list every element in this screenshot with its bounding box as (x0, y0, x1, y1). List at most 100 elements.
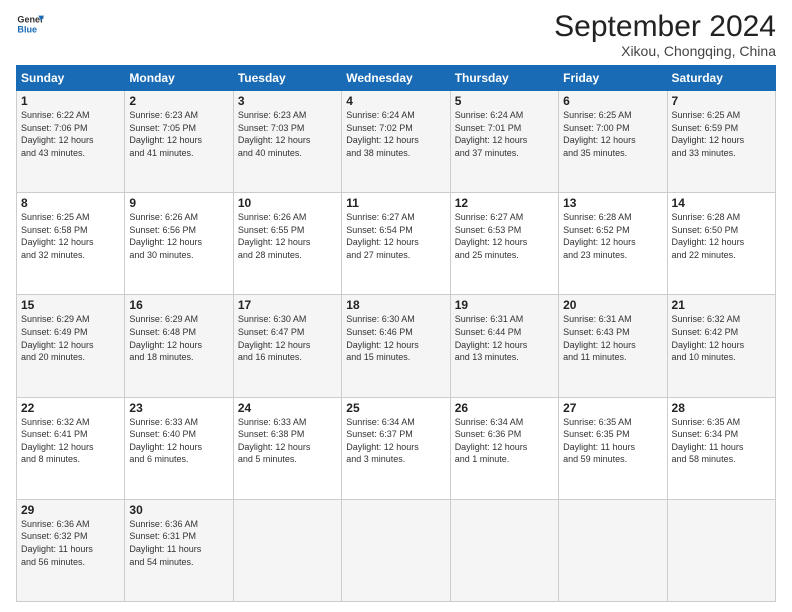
day-info: Sunrise: 6:26 AM Sunset: 6:56 PM Dayligh… (129, 211, 228, 261)
calendar-cell: 14Sunrise: 6:28 AM Sunset: 6:50 PM Dayli… (667, 193, 775, 295)
day-number: 27 (563, 401, 662, 415)
calendar-cell (559, 499, 667, 601)
calendar-cell: 26Sunrise: 6:34 AM Sunset: 6:36 PM Dayli… (450, 397, 558, 499)
location: Xikou, Chongqing, China (554, 43, 776, 59)
day-number: 24 (238, 401, 337, 415)
calendar-row-4: 22Sunrise: 6:32 AM Sunset: 6:41 PM Dayli… (17, 397, 776, 499)
calendar-cell (233, 499, 341, 601)
day-info: Sunrise: 6:25 AM Sunset: 7:00 PM Dayligh… (563, 109, 662, 159)
calendar-cell: 2Sunrise: 6:23 AM Sunset: 7:05 PM Daylig… (125, 91, 233, 193)
day-info: Sunrise: 6:28 AM Sunset: 6:52 PM Dayligh… (563, 211, 662, 261)
day-number: 11 (346, 196, 445, 210)
day-info: Sunrise: 6:25 AM Sunset: 6:59 PM Dayligh… (672, 109, 771, 159)
day-info: Sunrise: 6:35 AM Sunset: 6:35 PM Dayligh… (563, 416, 662, 466)
day-number: 8 (21, 196, 120, 210)
title-block: September 2024 Xikou, Chongqing, China (554, 10, 776, 59)
calendar-cell: 3Sunrise: 6:23 AM Sunset: 7:03 PM Daylig… (233, 91, 341, 193)
logo: General Blue (16, 10, 44, 38)
day-number: 13 (563, 196, 662, 210)
day-info: Sunrise: 6:27 AM Sunset: 6:54 PM Dayligh… (346, 211, 445, 261)
calendar-cell: 18Sunrise: 6:30 AM Sunset: 6:46 PM Dayli… (342, 295, 450, 397)
header-tuesday: Tuesday (233, 66, 341, 91)
calendar-row-1: 1Sunrise: 6:22 AM Sunset: 7:06 PM Daylig… (17, 91, 776, 193)
header-thursday: Thursday (450, 66, 558, 91)
day-number: 28 (672, 401, 771, 415)
calendar-cell: 25Sunrise: 6:34 AM Sunset: 6:37 PM Dayli… (342, 397, 450, 499)
day-info: Sunrise: 6:29 AM Sunset: 6:48 PM Dayligh… (129, 313, 228, 363)
calendar-cell: 30Sunrise: 6:36 AM Sunset: 6:31 PM Dayli… (125, 499, 233, 601)
day-number: 15 (21, 298, 120, 312)
page: General Blue September 2024 Xikou, Chong… (0, 0, 792, 612)
header: General Blue September 2024 Xikou, Chong… (16, 10, 776, 59)
calendar-cell: 8Sunrise: 6:25 AM Sunset: 6:58 PM Daylig… (17, 193, 125, 295)
day-number: 19 (455, 298, 554, 312)
day-info: Sunrise: 6:30 AM Sunset: 6:47 PM Dayligh… (238, 313, 337, 363)
day-number: 18 (346, 298, 445, 312)
header-monday: Monday (125, 66, 233, 91)
day-info: Sunrise: 6:23 AM Sunset: 7:05 PM Dayligh… (129, 109, 228, 159)
day-number: 14 (672, 196, 771, 210)
calendar-cell: 24Sunrise: 6:33 AM Sunset: 6:38 PM Dayli… (233, 397, 341, 499)
calendar-cell: 6Sunrise: 6:25 AM Sunset: 7:00 PM Daylig… (559, 91, 667, 193)
day-info: Sunrise: 6:25 AM Sunset: 6:58 PM Dayligh… (21, 211, 120, 261)
calendar-cell: 1Sunrise: 6:22 AM Sunset: 7:06 PM Daylig… (17, 91, 125, 193)
logo-icon: General Blue (16, 10, 44, 38)
day-info: Sunrise: 6:36 AM Sunset: 6:32 PM Dayligh… (21, 518, 120, 568)
calendar-cell: 27Sunrise: 6:35 AM Sunset: 6:35 PM Dayli… (559, 397, 667, 499)
calendar-cell: 4Sunrise: 6:24 AM Sunset: 7:02 PM Daylig… (342, 91, 450, 193)
day-info: Sunrise: 6:32 AM Sunset: 6:42 PM Dayligh… (672, 313, 771, 363)
day-number: 7 (672, 94, 771, 108)
calendar-cell: 21Sunrise: 6:32 AM Sunset: 6:42 PM Dayli… (667, 295, 775, 397)
day-info: Sunrise: 6:35 AM Sunset: 6:34 PM Dayligh… (672, 416, 771, 466)
header-wednesday: Wednesday (342, 66, 450, 91)
day-number: 12 (455, 196, 554, 210)
calendar: Sunday Monday Tuesday Wednesday Thursday… (16, 65, 776, 602)
calendar-cell: 29Sunrise: 6:36 AM Sunset: 6:32 PM Dayli… (17, 499, 125, 601)
day-number: 20 (563, 298, 662, 312)
calendar-cell (450, 499, 558, 601)
day-number: 10 (238, 196, 337, 210)
day-info: Sunrise: 6:30 AM Sunset: 6:46 PM Dayligh… (346, 313, 445, 363)
calendar-cell: 7Sunrise: 6:25 AM Sunset: 6:59 PM Daylig… (667, 91, 775, 193)
day-info: Sunrise: 6:23 AM Sunset: 7:03 PM Dayligh… (238, 109, 337, 159)
day-number: 4 (346, 94, 445, 108)
day-number: 29 (21, 503, 120, 517)
day-info: Sunrise: 6:31 AM Sunset: 6:44 PM Dayligh… (455, 313, 554, 363)
weekday-header-row: Sunday Monday Tuesday Wednesday Thursday… (17, 66, 776, 91)
day-number: 25 (346, 401, 445, 415)
day-info: Sunrise: 6:34 AM Sunset: 6:37 PM Dayligh… (346, 416, 445, 466)
day-number: 5 (455, 94, 554, 108)
day-info: Sunrise: 6:24 AM Sunset: 7:02 PM Dayligh… (346, 109, 445, 159)
day-info: Sunrise: 6:27 AM Sunset: 6:53 PM Dayligh… (455, 211, 554, 261)
month-title: September 2024 (554, 10, 776, 43)
calendar-cell: 17Sunrise: 6:30 AM Sunset: 6:47 PM Dayli… (233, 295, 341, 397)
calendar-cell: 28Sunrise: 6:35 AM Sunset: 6:34 PM Dayli… (667, 397, 775, 499)
calendar-cell: 12Sunrise: 6:27 AM Sunset: 6:53 PM Dayli… (450, 193, 558, 295)
svg-text:Blue: Blue (17, 24, 37, 34)
day-info: Sunrise: 6:33 AM Sunset: 6:40 PM Dayligh… (129, 416, 228, 466)
day-number: 22 (21, 401, 120, 415)
calendar-cell: 5Sunrise: 6:24 AM Sunset: 7:01 PM Daylig… (450, 91, 558, 193)
calendar-cell: 10Sunrise: 6:26 AM Sunset: 6:55 PM Dayli… (233, 193, 341, 295)
day-info: Sunrise: 6:33 AM Sunset: 6:38 PM Dayligh… (238, 416, 337, 466)
day-number: 30 (129, 503, 228, 517)
header-saturday: Saturday (667, 66, 775, 91)
calendar-cell (667, 499, 775, 601)
header-sunday: Sunday (17, 66, 125, 91)
day-number: 16 (129, 298, 228, 312)
calendar-cell: 15Sunrise: 6:29 AM Sunset: 6:49 PM Dayli… (17, 295, 125, 397)
day-number: 26 (455, 401, 554, 415)
calendar-cell: 20Sunrise: 6:31 AM Sunset: 6:43 PM Dayli… (559, 295, 667, 397)
day-info: Sunrise: 6:36 AM Sunset: 6:31 PM Dayligh… (129, 518, 228, 568)
day-info: Sunrise: 6:28 AM Sunset: 6:50 PM Dayligh… (672, 211, 771, 261)
day-number: 9 (129, 196, 228, 210)
day-info: Sunrise: 6:22 AM Sunset: 7:06 PM Dayligh… (21, 109, 120, 159)
calendar-cell: 16Sunrise: 6:29 AM Sunset: 6:48 PM Dayli… (125, 295, 233, 397)
day-info: Sunrise: 6:24 AM Sunset: 7:01 PM Dayligh… (455, 109, 554, 159)
day-number: 2 (129, 94, 228, 108)
header-friday: Friday (559, 66, 667, 91)
calendar-row-5: 29Sunrise: 6:36 AM Sunset: 6:32 PM Dayli… (17, 499, 776, 601)
calendar-cell: 19Sunrise: 6:31 AM Sunset: 6:44 PM Dayli… (450, 295, 558, 397)
day-number: 17 (238, 298, 337, 312)
day-number: 3 (238, 94, 337, 108)
